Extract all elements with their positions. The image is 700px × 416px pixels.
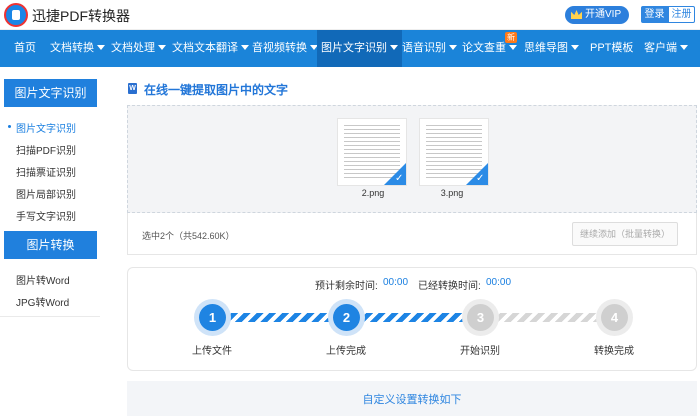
nav-mindmap[interactable]: 思维导图 bbox=[524, 30, 579, 67]
app-title: 迅捷PDF转换器 bbox=[32, 8, 130, 24]
caret-down-icon bbox=[241, 45, 249, 50]
nav-label: 语音识别 bbox=[402, 42, 446, 54]
add-more-files-button[interactable]: 继续添加（批量转换） bbox=[572, 222, 678, 246]
sidebar-item-handwriting[interactable]: 手写文字识别 bbox=[16, 208, 76, 223]
nav-label: 论文查重 bbox=[462, 42, 506, 54]
register-button[interactable]: 注册 bbox=[668, 6, 695, 23]
step-1-circle: 1 bbox=[199, 304, 226, 331]
sidebar-section-ocr-title: 图片文字识别 bbox=[4, 79, 97, 107]
caret-down-icon bbox=[680, 45, 688, 50]
step-1-label: 上传文件 bbox=[192, 346, 232, 357]
nav-label: 首页 bbox=[14, 42, 36, 54]
caret-down-icon bbox=[509, 45, 517, 50]
nav-label: 文档文本翻译 bbox=[172, 42, 238, 54]
sidebar-item-image-ocr[interactable]: 图片文字识别 bbox=[16, 120, 76, 135]
active-dot-icon bbox=[8, 125, 11, 128]
nav-doc-convert[interactable]: 文档转换 bbox=[50, 30, 105, 67]
time-remaining-label: 预计剩余时间: bbox=[315, 281, 378, 292]
step-4-label: 转换完成 bbox=[594, 346, 634, 357]
new-badge: 新 bbox=[505, 32, 517, 43]
crown-icon bbox=[571, 10, 582, 19]
nav-label: 思维导图 bbox=[524, 42, 568, 54]
caret-down-icon bbox=[571, 45, 579, 50]
nav-label: 客户端 bbox=[644, 42, 677, 54]
sidebar-divider bbox=[0, 316, 100, 317]
sidebar-item-image-to-word[interactable]: 图片转Word bbox=[16, 272, 70, 287]
file-drop-area[interactable] bbox=[127, 105, 697, 213]
caret-down-icon bbox=[158, 45, 166, 50]
main-nav: 首页 文档转换 文档处理 文档文本翻译 音视频转换 图片文字识别 语音识别 论文… bbox=[0, 30, 700, 67]
word-icon: W bbox=[128, 83, 137, 94]
nav-doc-process[interactable]: 文档处理 bbox=[111, 30, 166, 67]
login-button[interactable]: 登录 bbox=[641, 6, 668, 23]
file-name: 3.png bbox=[440, 188, 464, 198]
progress-track-pending bbox=[494, 313, 600, 322]
checkmark-icon: ✓ bbox=[395, 173, 404, 184]
progress-track-active bbox=[360, 313, 466, 322]
time-remaining-value: 00:00 bbox=[383, 277, 409, 288]
sidebar-item-jpg-to-word[interactable]: JPG转Word bbox=[16, 294, 69, 309]
nav-client[interactable]: 客户端 bbox=[644, 30, 688, 67]
nav-label: 图片文字识别 bbox=[321, 42, 387, 54]
selection-summary: 选中2个（共542.60K） bbox=[142, 231, 235, 241]
nav-label: 文档处理 bbox=[111, 42, 155, 54]
nav-label: 音视频转换 bbox=[252, 42, 307, 54]
nav-doc-translate[interactable]: 文档文本翻译 bbox=[172, 30, 249, 67]
app-logo-icon bbox=[4, 3, 28, 27]
nav-home[interactable]: 首页 bbox=[14, 30, 36, 67]
step-2-label: 上传完成 bbox=[326, 346, 366, 357]
sidebar-item-partial-ocr[interactable]: 图片局部识别 bbox=[16, 186, 76, 201]
top-header: 迅捷PDF转换器 开通VIP 登录 注册 bbox=[0, 0, 700, 30]
checkmark-icon: ✓ bbox=[476, 173, 485, 184]
caret-down-icon bbox=[390, 45, 398, 50]
vip-label: 开通VIP bbox=[585, 9, 622, 20]
nav-ppt-template[interactable]: PPT模板 bbox=[590, 30, 633, 67]
progress-track-done bbox=[225, 313, 331, 322]
nav-label: 文档转换 bbox=[50, 42, 94, 54]
step-3-label: 开始识别 bbox=[460, 346, 500, 357]
time-elapsed-label: 已经转换时间: bbox=[418, 281, 481, 292]
sidebar-item-scan-ticket[interactable]: 扫描票证识别 bbox=[16, 164, 76, 179]
nav-speech-recognition[interactable]: 语音识别 bbox=[402, 30, 457, 67]
custom-settings-label[interactable]: 自定义设置转换如下 bbox=[127, 391, 697, 407]
page-title: 在线一键提取图片中的文字 bbox=[144, 83, 289, 97]
step-2-circle: 2 bbox=[333, 304, 360, 331]
step-4-circle: 4 bbox=[601, 304, 628, 331]
step-3-circle: 3 bbox=[467, 304, 494, 331]
nav-image-ocr[interactable]: 图片文字识别 bbox=[317, 30, 402, 67]
sidebar-item-scan-pdf[interactable]: 扫描PDF识别 bbox=[16, 142, 76, 157]
nav-label: PPT模板 bbox=[590, 42, 634, 54]
time-elapsed-value: 00:00 bbox=[486, 277, 512, 288]
open-vip-button[interactable]: 开通VIP bbox=[565, 6, 629, 24]
file-name: 2.png bbox=[361, 188, 385, 198]
nav-av-convert[interactable]: 音视频转换 bbox=[252, 30, 318, 67]
caret-down-icon bbox=[97, 45, 105, 50]
sidebar-section-image-convert-title: 图片转换 bbox=[4, 231, 97, 259]
caret-down-icon bbox=[449, 45, 457, 50]
